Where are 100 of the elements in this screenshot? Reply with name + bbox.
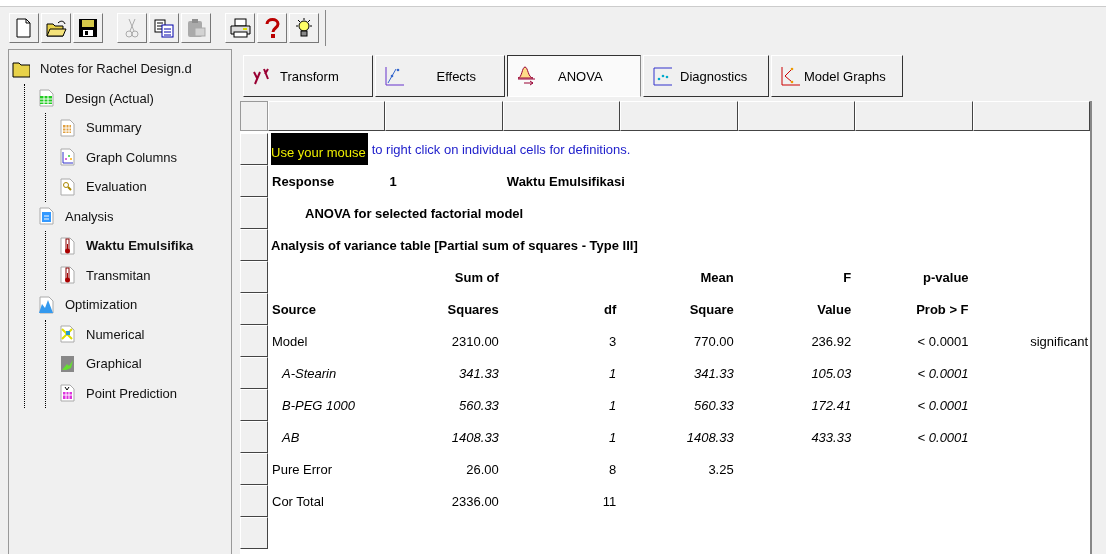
row-header[interactable] — [240, 165, 268, 197]
table-cell-text: 2336.00 — [450, 493, 500, 509]
response-number: 1 — [388, 173, 398, 189]
table-cell-text: 560.33 — [692, 397, 735, 413]
calculator-icon — [37, 207, 55, 226]
row-header[interactable] — [240, 357, 268, 389]
column-heading: Mean — [699, 269, 735, 285]
table-icon — [58, 118, 76, 137]
row-header[interactable] — [240, 229, 268, 261]
column-header[interactable] — [268, 101, 386, 131]
table-cell-text: 560.33 — [458, 397, 500, 413]
column-header[interactable] — [972, 101, 1090, 131]
column-header[interactable] — [855, 101, 973, 131]
table-cell-text: 770.00 — [692, 333, 735, 349]
table-cell-text: 1408.33 — [450, 429, 500, 445]
row-header[interactable] — [240, 389, 268, 421]
toolbar-button[interactable] — [41, 13, 71, 43]
table-cell-text: < 0.0001 — [916, 429, 970, 445]
column-heading: Prob > F — [915, 301, 970, 317]
row-header[interactable] — [240, 197, 268, 229]
tab[interactable]: ANOVA — [507, 55, 641, 97]
thermometer-icon — [58, 236, 76, 255]
tree-item[interactable]: Optimization — [65, 297, 138, 313]
tree-item[interactable]: Graphical — [86, 356, 142, 372]
tree-item[interactable]: Summary — [86, 120, 142, 136]
column-heading: df — [603, 301, 618, 317]
table-icon — [58, 384, 76, 403]
table-cell-text: 1 — [608, 397, 618, 413]
magnifier-icon — [58, 177, 76, 196]
column-heading: p-value — [922, 269, 970, 285]
source-label: AB — [280, 429, 301, 445]
tree-item[interactable]: Transmitan — [86, 267, 151, 283]
table-cell-text: 2310.00 — [450, 333, 500, 349]
table-cell-text: < 0.0001 — [916, 333, 970, 349]
toolbar-button[interactable] — [225, 13, 255, 43]
tree-item[interactable]: Point Prediction — [86, 385, 178, 401]
toolbar-button[interactable] — [257, 13, 287, 43]
line-chart-icon — [780, 66, 802, 86]
table-icon — [37, 89, 55, 108]
table-cell-text: 341.33 — [458, 365, 500, 381]
response-name: Waktu Emulsifikasi — [505, 173, 626, 189]
chart-icon — [37, 295, 55, 314]
thermometer-icon — [58, 266, 76, 285]
tab[interactable]: Transform — [243, 55, 373, 97]
contour-icon — [58, 354, 76, 373]
clipboard-icon — [185, 17, 207, 39]
column-heading: Square — [688, 301, 735, 317]
table-cell-text: 3 — [608, 333, 618, 349]
light-bulb-icon — [293, 17, 315, 39]
table-cell-text: 341.33 — [692, 365, 735, 381]
source-label: Cor Total — [271, 493, 325, 509]
table-cell-text: 172.41 — [810, 397, 853, 413]
tree-item[interactable]: Graph Columns — [86, 149, 178, 165]
column-heading: Source — [271, 301, 318, 317]
row-header[interactable] — [240, 485, 268, 517]
table-cell-text: < 0.0001 — [916, 397, 970, 413]
scatter-plot-icon — [58, 148, 76, 167]
column-header[interactable] — [737, 101, 856, 131]
tree-item[interactable]: Design (Actual) — [65, 90, 154, 106]
response-label: Response — [271, 173, 336, 189]
table-cell-text: 1 — [608, 365, 618, 381]
column-heading: Squares — [446, 301, 500, 317]
tab[interactable]: Effects — [375, 55, 505, 97]
source-label: A-Stearin — [280, 365, 338, 381]
column-header[interactable] — [502, 101, 621, 131]
column-header[interactable] — [620, 101, 738, 131]
model-title: ANOVA for selected factorial model — [304, 205, 524, 221]
row-header[interactable] — [240, 453, 268, 485]
column-heading: F — [842, 269, 853, 285]
copy-icon — [153, 17, 175, 39]
tree-item[interactable]: Analysis — [65, 208, 114, 224]
tree-item[interactable]: Numerical — [86, 326, 145, 342]
scatter-plot-icon — [652, 66, 674, 86]
tree-item[interactable]: Evaluation — [86, 179, 147, 195]
tree-item[interactable]: Waktu Emulsifika — [86, 238, 194, 254]
table-cell-text: 433.33 — [810, 429, 853, 445]
folder-icon — [12, 59, 30, 78]
column-header[interactable] — [385, 101, 503, 131]
toolbar-button[interactable] — [289, 13, 319, 43]
row-header[interactable] — [240, 421, 268, 453]
table-cell-text: 236.92 — [810, 333, 853, 349]
table-cell-text: 11 — [601, 493, 618, 509]
table-cell-text: 105.03 — [810, 365, 853, 381]
scatter-plot-icon — [384, 66, 406, 86]
table-cell-text: 1408.33 — [685, 429, 735, 445]
row-header[interactable] — [240, 325, 268, 357]
row-header[interactable] — [240, 293, 268, 325]
bell-curve-icon — [516, 66, 538, 86]
toolbar-button[interactable] — [73, 13, 103, 43]
significance-label: significant — [1029, 333, 1089, 349]
tab[interactable]: Diagnostics — [643, 55, 769, 97]
grid-corner — [240, 101, 268, 131]
tab[interactable]: Model Graphs — [771, 55, 903, 97]
table-cell-text: 3.25 — [707, 461, 735, 477]
row-header[interactable] — [240, 517, 268, 549]
column-heading: Value — [816, 301, 853, 317]
row-header[interactable] — [240, 261, 268, 293]
tree-item[interactable]: Notes for Rachel Design.d — [40, 61, 192, 77]
source-label: Model — [271, 333, 309, 349]
row-header[interactable] — [240, 133, 268, 165]
